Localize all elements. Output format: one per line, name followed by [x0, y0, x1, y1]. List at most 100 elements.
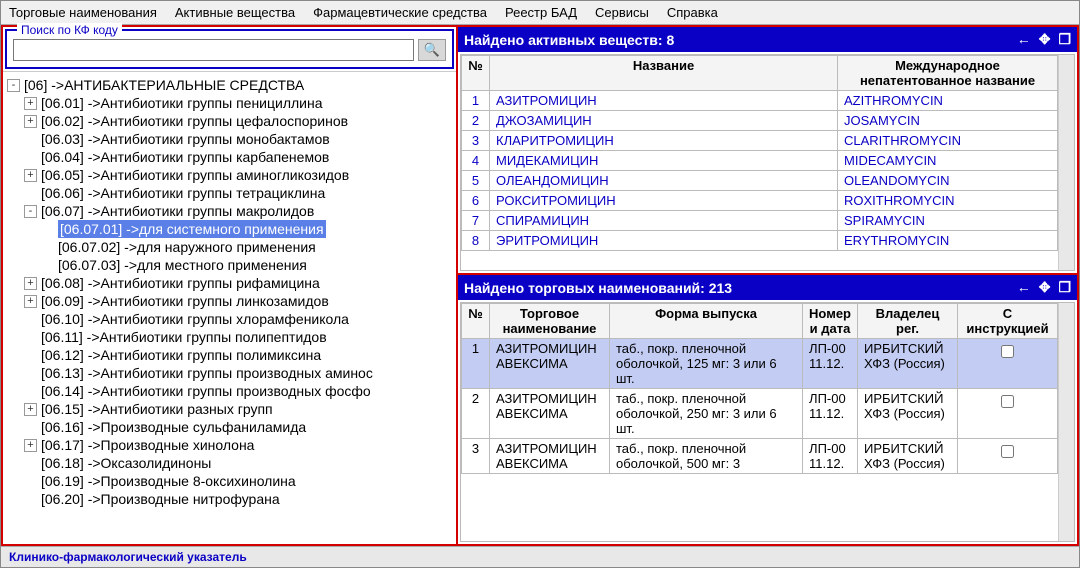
- tree-node[interactable]: +[06.05] ->Антибиотики группы аминоглико…: [5, 166, 454, 184]
- tree-node[interactable]: -[06] ->АНТИБАКТЕРИАЛЬНЫЕ СРЕДСТВА: [5, 76, 454, 94]
- tree-view[interactable]: -[06] ->АНТИБАКТЕРИАЛЬНЫЕ СРЕДСТВА+[06.0…: [3, 71, 456, 544]
- tree-node-label: [06.07.02] ->для наружного применения: [58, 238, 316, 256]
- expand-icon[interactable]: -: [7, 79, 20, 92]
- tree-node[interactable]: [06.16] ->Производные сульфаниламида: [5, 418, 454, 436]
- trade-grid-wrap[interactable]: № Торговое наименование Форма выпуска Но…: [460, 302, 1075, 542]
- table-row[interactable]: 1АЗИТРОМИЦИН АВЕКСИМАтаб., покр. пленочн…: [462, 339, 1058, 389]
- expand-icon[interactable]: +: [24, 403, 37, 416]
- copy-icon[interactable]: ❐: [1058, 279, 1071, 296]
- instr-checkbox[interactable]: [1001, 395, 1014, 408]
- tree-node[interactable]: -[06.07] ->Антибиотики группы макролидов: [5, 202, 454, 220]
- tree-node[interactable]: [06.03] ->Антибиотики группы монобактамо…: [5, 130, 454, 148]
- tree-node[interactable]: +[06.09] ->Антибиотики группы линкозамид…: [5, 292, 454, 310]
- row-inn[interactable]: ERYTHROMYCIN: [838, 231, 1058, 251]
- row-trade-name[interactable]: АЗИТРОМИЦИН АВЕКСИМА: [490, 389, 610, 439]
- expand-icon[interactable]: +: [24, 115, 37, 128]
- row-name[interactable]: ОЛЕАНДОМИЦИН: [490, 171, 838, 191]
- search-button[interactable]: 🔍: [418, 39, 446, 61]
- table-row[interactable]: 7СПИРАМИЦИНSPIRAMYCIN: [462, 211, 1058, 231]
- move-icon[interactable]: ✥: [1039, 279, 1051, 296]
- table-row[interactable]: 3КЛАРИТРОМИЦИНCLARITHROMYCIN: [462, 131, 1058, 151]
- active-grid-wrap[interactable]: № Название Международное непатентованное…: [460, 54, 1075, 271]
- copy-icon[interactable]: ❐: [1058, 31, 1071, 48]
- tree-node[interactable]: [06.07.03] ->для местного применения: [5, 256, 454, 274]
- row-name[interactable]: АЗИТРОМИЦИН: [490, 91, 838, 111]
- row-trade-name[interactable]: АЗИТРОМИЦИН АВЕКСИМА: [490, 339, 610, 389]
- row-name[interactable]: ЭРИТРОМИЦИН: [490, 231, 838, 251]
- table-row[interactable]: 2АЗИТРОМИЦИН АВЕКСИМАтаб., покр. пленочн…: [462, 389, 1058, 439]
- tree-node[interactable]: +[06.08] ->Антибиотики группы рифамицина: [5, 274, 454, 292]
- row-inn[interactable]: OLEANDOMYCIN: [838, 171, 1058, 191]
- row-trade-name[interactable]: АЗИТРОМИЦИН АВЕКСИМА: [490, 439, 610, 474]
- tree-node[interactable]: [06.18] ->Оксазолидиноны: [5, 454, 454, 472]
- col-instr[interactable]: С инструкцией: [958, 304, 1058, 339]
- table-row[interactable]: 3АЗИТРОМИЦИН АВЕКСИМАтаб., покр. пленочн…: [462, 439, 1058, 474]
- expand-icon[interactable]: -: [24, 205, 37, 218]
- move-icon[interactable]: ✥: [1039, 31, 1051, 48]
- tree-node[interactable]: +[06.17] ->Производные хинолона: [5, 436, 454, 454]
- tree-node[interactable]: +[06.02] ->Антибиотики группы цефалоспор…: [5, 112, 454, 130]
- tree-node[interactable]: +[06.01] ->Антибиотики группы пенициллин…: [5, 94, 454, 112]
- table-row[interactable]: 2ДЖОЗАМИЦИНJOSAMYCIN: [462, 111, 1058, 131]
- expand-icon[interactable]: +: [24, 277, 37, 290]
- col-owner[interactable]: Владелец рег.: [858, 304, 958, 339]
- trade-names-panel: Найдено торговых наименований: 213 ← ✥ ❐…: [458, 275, 1077, 544]
- menu-active-substances[interactable]: Активные вещества: [175, 5, 295, 20]
- menu-services[interactable]: Сервисы: [595, 5, 649, 20]
- row-inn[interactable]: AZITHROMYCIN: [838, 91, 1058, 111]
- menu-pharma-means[interactable]: Фармацевтические средства: [313, 5, 487, 20]
- row-num: 3: [462, 439, 490, 474]
- tree-node-label: [06.10] ->Антибиотики группы хлорамфеник…: [41, 310, 349, 328]
- scrollbar[interactable]: [1058, 55, 1074, 270]
- expand-icon[interactable]: +: [24, 295, 37, 308]
- col-trade-name[interactable]: Торговое наименование: [490, 304, 610, 339]
- tree-node[interactable]: [06.10] ->Антибиотики группы хлорамфеник…: [5, 310, 454, 328]
- row-name[interactable]: РОКСИТРОМИЦИН: [490, 191, 838, 211]
- table-row[interactable]: 1АЗИТРОМИЦИНAZITHROMYCIN: [462, 91, 1058, 111]
- tree-node[interactable]: [06.07.01] ->для системного применения: [5, 220, 454, 238]
- tree-node[interactable]: [06.11] ->Антибиотики группы полипептидо…: [5, 328, 454, 346]
- col-name[interactable]: Название: [490, 56, 838, 91]
- scrollbar[interactable]: [1058, 303, 1074, 541]
- row-inn[interactable]: ROXITHROMYCIN: [838, 191, 1058, 211]
- tree-node[interactable]: [06.06] ->Антибиотики группы тетрациклин…: [5, 184, 454, 202]
- row-inn[interactable]: CLARITHROMYCIN: [838, 131, 1058, 151]
- col-inn[interactable]: Международное непатентованное название: [838, 56, 1058, 91]
- tree-node[interactable]: [06.13] ->Антибиотики группы производных…: [5, 364, 454, 382]
- row-name[interactable]: ДЖОЗАМИЦИН: [490, 111, 838, 131]
- tree-node[interactable]: [06.04] ->Антибиотики группы карбапенемо…: [5, 148, 454, 166]
- instr-checkbox[interactable]: [1001, 345, 1014, 358]
- col-regnum[interactable]: Номер и дата: [803, 304, 858, 339]
- col-num[interactable]: №: [462, 304, 490, 339]
- row-inn[interactable]: JOSAMYCIN: [838, 111, 1058, 131]
- back-icon[interactable]: ←: [1017, 279, 1031, 296]
- back-icon[interactable]: ←: [1017, 31, 1031, 48]
- tree-node-label: [06.20] ->Производные нитрофурана: [41, 490, 280, 508]
- row-inn[interactable]: MIDECAMYCIN: [838, 151, 1058, 171]
- col-form[interactable]: Форма выпуска: [610, 304, 803, 339]
- tree-node[interactable]: +[06.15] ->Антибиотики разных групп: [5, 400, 454, 418]
- menu-bad-registry[interactable]: Реестр БАД: [505, 5, 577, 20]
- expand-icon[interactable]: +: [24, 97, 37, 110]
- tree-node[interactable]: [06.07.02] ->для наружного применения: [5, 238, 454, 256]
- menu-help[interactable]: Справка: [667, 5, 718, 20]
- tree-node[interactable]: [06.20] ->Производные нитрофурана: [5, 490, 454, 508]
- col-num[interactable]: №: [462, 56, 490, 91]
- table-row[interactable]: 4МИДЕКАМИЦИНMIDECAMYCIN: [462, 151, 1058, 171]
- tree-node[interactable]: [06.12] ->Антибиотики группы полимиксина: [5, 346, 454, 364]
- search-input[interactable]: [13, 39, 414, 61]
- instr-checkbox[interactable]: [1001, 445, 1014, 458]
- row-name[interactable]: МИДЕКАМИЦИН: [490, 151, 838, 171]
- expand-icon[interactable]: +: [24, 439, 37, 452]
- table-row[interactable]: 8ЭРИТРОМИЦИНERYTHROMYCIN: [462, 231, 1058, 251]
- row-inn[interactable]: SPIRAMYCIN: [838, 211, 1058, 231]
- expand-icon[interactable]: +: [24, 169, 37, 182]
- tree-node[interactable]: [06.14] ->Антибиотики группы производных…: [5, 382, 454, 400]
- table-row[interactable]: 6РОКСИТРОМИЦИНROXITHROMYCIN: [462, 191, 1058, 211]
- tree-node[interactable]: [06.19] ->Производные 8-оксихинолина: [5, 472, 454, 490]
- row-name[interactable]: КЛАРИТРОМИЦИН: [490, 131, 838, 151]
- row-name[interactable]: СПИРАМИЦИН: [490, 211, 838, 231]
- table-row[interactable]: 5ОЛЕАНДОМИЦИНOLEANDOMYCIN: [462, 171, 1058, 191]
- menu-trade-names[interactable]: Торговые наименования: [9, 5, 157, 20]
- tree-node-label: [06.07.03] ->для местного применения: [58, 256, 307, 274]
